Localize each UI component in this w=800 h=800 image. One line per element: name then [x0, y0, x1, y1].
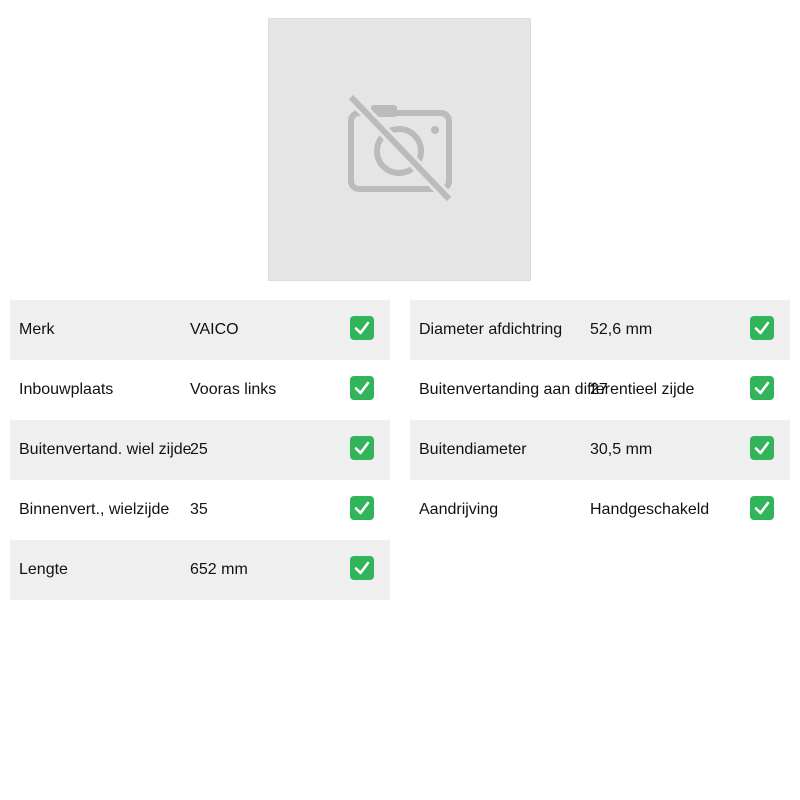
spec-value: 652 mm — [190, 561, 248, 578]
spec-label: Inbouwplaats — [19, 381, 114, 398]
spec-label: Buitenvertand. wiel zijde — [19, 441, 192, 458]
spec-row: Aandrijving Handgeschakeld — [410, 480, 790, 540]
no-camera-icon — [346, 95, 454, 204]
spec-row: Diameter afdichtring 52,6 mm — [410, 300, 790, 360]
spec-value: Vooras links — [190, 381, 277, 398]
spec-value: 27 — [590, 381, 608, 398]
spec-row: Binnenvert., wielzijde 35 — [10, 480, 390, 540]
spec-label: Lengte — [19, 561, 68, 578]
check-icon — [350, 316, 374, 340]
check-icon — [750, 436, 774, 460]
spec-value: 30,5 mm — [590, 441, 653, 458]
check-icon — [350, 496, 374, 520]
check-icon — [350, 376, 374, 400]
spec-label: Buitenvertanding aan differentieel zijde — [419, 381, 695, 398]
spec-label: Diameter afdichtring — [419, 321, 563, 338]
spec-row: Inbouwplaats Vooras links — [10, 360, 390, 420]
spec-label: Buitendiameter — [419, 441, 527, 458]
check-icon — [750, 316, 774, 340]
check-icon — [350, 436, 374, 460]
spec-label: Aandrijving — [419, 501, 499, 518]
spec-table-left: Merk VAICO Inbouwplaats Vooras links Bui… — [10, 300, 390, 600]
spec-table-right: Diameter afdichtring 52,6 mm Buitenverta… — [410, 300, 790, 540]
spec-value: VAICO — [190, 321, 239, 338]
check-icon — [350, 556, 374, 580]
spec-label: Merk — [19, 321, 55, 338]
spec-value: 35 — [190, 501, 208, 518]
spec-value: 25 — [190, 441, 208, 458]
spec-value: 52,6 mm — [590, 321, 653, 338]
spec-row: Buitendiameter 30,5 mm — [410, 420, 790, 480]
spec-row: Merk VAICO — [10, 300, 390, 360]
check-icon — [750, 496, 774, 520]
check-icon — [750, 376, 774, 400]
product-image-placeholder — [268, 18, 531, 281]
spec-row: Buitenvertand. wiel zijde 25 — [10, 420, 390, 480]
spec-value: Handgeschakeld — [590, 501, 710, 518]
spec-row: Lengte 652 mm — [10, 540, 390, 600]
spec-label: Binnenvert., wielzijde — [19, 501, 170, 518]
spec-row: Buitenvertanding aan differentieel zijde… — [410, 360, 790, 420]
